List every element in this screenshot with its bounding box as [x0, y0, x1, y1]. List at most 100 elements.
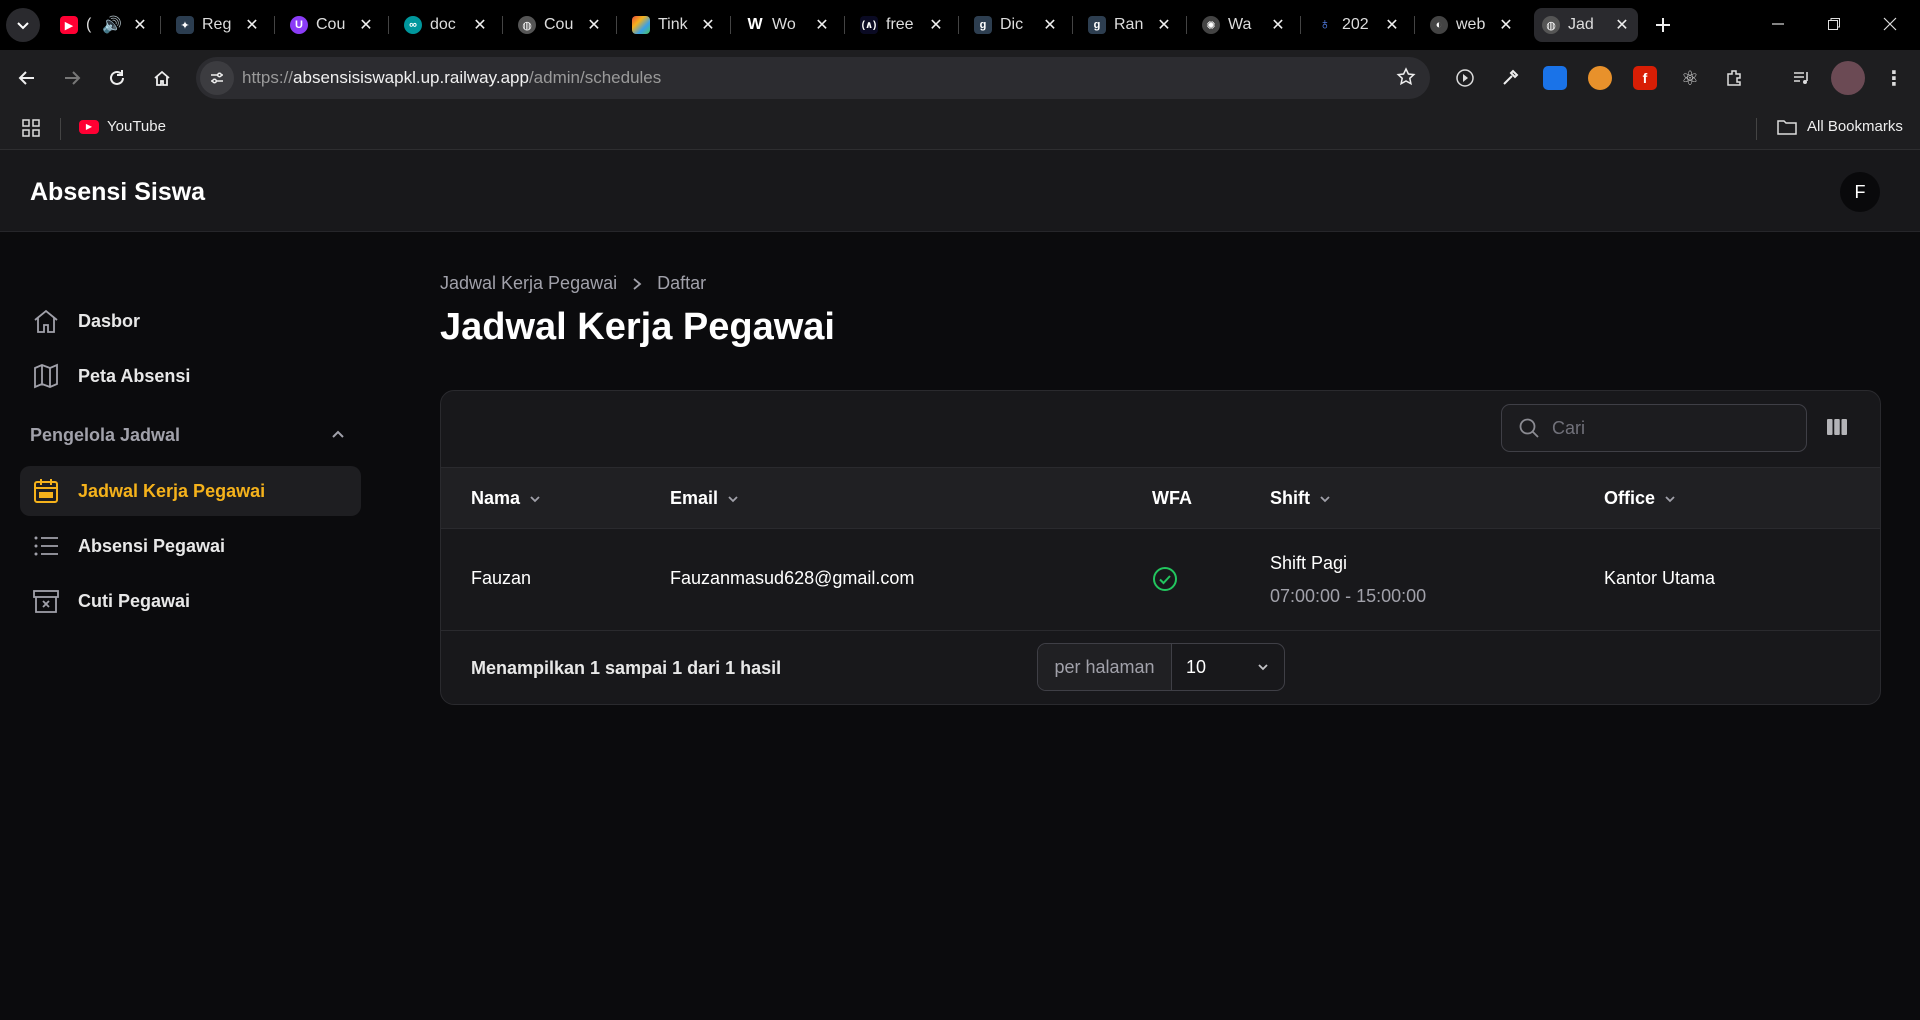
table-toolbar: [441, 391, 1880, 468]
eyedropper-icon[interactable]: [1498, 66, 1522, 90]
browser-tab[interactable]: W Wo ✕: [738, 8, 838, 42]
search-field[interactable]: [1501, 404, 1807, 452]
minimize-button[interactable]: [1750, 0, 1806, 48]
arduino-icon: ∞: [404, 16, 422, 34]
new-tab-button[interactable]: [1646, 8, 1680, 42]
table-header: Nama Email WFA Shift Office: [441, 468, 1880, 529]
close-window-button[interactable]: [1862, 0, 1918, 48]
schedules-table-card: Nama Email WFA Shift Office Fauzan Fauza…: [440, 390, 1881, 705]
close-tab-icon[interactable]: ✕: [700, 15, 716, 35]
media-icon[interactable]: [1453, 66, 1477, 90]
chevron-down-icon: [1258, 664, 1268, 671]
home-icon: [154, 70, 170, 86]
sidebar-group-label[interactable]: Pengelola Jadwal: [30, 425, 180, 446]
browser-tab[interactable]: ▶ ( 🔊 ✕: [52, 8, 156, 42]
column-toggle-icon[interactable]: [1825, 415, 1849, 444]
udemy-icon: U: [290, 16, 308, 34]
extensions-icon[interactable]: [1723, 66, 1747, 90]
browser-tab[interactable]: (∧) free ✕: [852, 8, 952, 42]
sidebar-item-label: Absensi Pegawai: [78, 535, 226, 556]
column-header-wfa: WFA: [1152, 488, 1192, 508]
all-bookmarks[interactable]: All Bookmarks: [1777, 118, 1903, 135]
browser-tab[interactable]: ✺ Wa ✕: [1194, 8, 1294, 42]
dicoding-icon: g: [974, 16, 992, 34]
browser-tab[interactable]: Tink ✕: [624, 8, 724, 42]
search-icon: [1519, 418, 1539, 438]
reload-button[interactable]: [100, 61, 134, 95]
sidebar-item-leave[interactable]: Cuti Pegawai: [20, 576, 361, 626]
restore-button[interactable]: [1806, 0, 1862, 48]
list-icon: [34, 536, 58, 556]
breadcrumb-item[interactable]: Jadwal Kerja Pegawai: [440, 273, 617, 294]
browser-tab[interactable]: ✦ Reg ✕: [168, 8, 268, 42]
wikipedia-icon: W: [747, 16, 763, 33]
per-page-dropdown[interactable]: 10: [1172, 644, 1284, 690]
calendar-icon: [34, 479, 58, 503]
speaker-icon[interactable]: 🔊: [102, 15, 122, 35]
sidebar-item-label: Dasbor: [78, 310, 141, 331]
app-brand[interactable]: Absensi Siswa: [30, 178, 205, 207]
react-devtools-icon[interactable]: ⚛: [1678, 66, 1702, 90]
bookmark-star-icon[interactable]: [1396, 67, 1416, 92]
column-header-office[interactable]: Office: [1604, 488, 1677, 509]
column-header-name[interactable]: Nama: [471, 488, 542, 509]
close-tab-icon[interactable]: ✕: [1156, 15, 1172, 35]
close-tab-icon[interactable]: ✕: [244, 15, 260, 35]
youtube-icon: ▶: [79, 119, 99, 134]
sidebar-item-schedules[interactable]: Jadwal Kerja Pegawai: [20, 466, 361, 516]
wfa-check-icon: [1152, 566, 1178, 597]
close-tab-icon[interactable]: ✕: [814, 15, 830, 35]
search-input[interactable]: [1552, 417, 1772, 439]
cookie-extension-icon[interactable]: [1588, 66, 1612, 90]
user-avatar[interactable]: F: [1840, 172, 1880, 212]
table-row[interactable]: Fauzan Fauzanmasud628@gmail.com Shift Pa…: [441, 529, 1880, 631]
per-page-select[interactable]: per halaman 10: [1037, 643, 1285, 691]
browser-tab-active[interactable]: ◍ Jad ✕: [1534, 8, 1638, 42]
bookmark-youtube[interactable]: ▶ YouTube: [79, 118, 166, 135]
close-tab-icon[interactable]: ✕: [1614, 15, 1630, 35]
browser-tab[interactable]: g Ran ✕: [1080, 8, 1180, 42]
close-tab-icon[interactable]: ✕: [928, 15, 944, 35]
home-button[interactable]: [145, 61, 179, 95]
close-tab-icon[interactable]: ✕: [1042, 15, 1058, 35]
close-tab-icon[interactable]: ✕: [586, 15, 602, 35]
browser-tab[interactable]: U Cou ✕: [282, 8, 382, 42]
media-controls-icon[interactable]: [1790, 66, 1814, 90]
close-tab-icon[interactable]: ✕: [1498, 15, 1514, 35]
sort-chevron-icon: [728, 495, 738, 502]
arrow-left-icon: [18, 71, 34, 85]
close-tab-icon[interactable]: ✕: [132, 15, 148, 35]
tab-search-button[interactable]: [6, 8, 40, 42]
close-tab-icon[interactable]: ✕: [472, 15, 488, 35]
url-scheme: https://: [242, 68, 294, 87]
column-header-email[interactable]: Email: [670, 488, 740, 509]
flash-extension-icon[interactable]: f: [1633, 66, 1657, 90]
sidebar-item-attendance[interactable]: Absensi Pegawai: [20, 521, 361, 571]
forward-button[interactable]: [55, 61, 89, 95]
site-settings-icon[interactable]: [200, 61, 234, 95]
address-bar[interactable]: https://absensisiswapkl.up.railway.app/a…: [196, 57, 1430, 99]
pagination-summary: Menampilkan 1 sampai 1 dari 1 hasil: [471, 658, 782, 678]
chevron-up-icon[interactable]: [330, 426, 346, 447]
web-icon: ◐: [1430, 16, 1448, 34]
browser-tab[interactable]: g Dic ✕: [966, 8, 1066, 42]
close-tab-icon[interactable]: ✕: [358, 15, 374, 35]
reload-icon: [110, 70, 124, 85]
plus-icon: [1656, 18, 1670, 32]
column-header-shift[interactable]: Shift: [1270, 488, 1332, 509]
more-menu-icon[interactable]: ⋮: [1882, 66, 1906, 90]
sort-chevron-icon: [1320, 495, 1330, 502]
close-tab-icon[interactable]: ✕: [1384, 15, 1400, 35]
back-button[interactable]: [10, 61, 44, 95]
docs-extension-icon[interactable]: [1543, 66, 1567, 90]
sidebar-item-map[interactable]: Peta Absensi: [20, 351, 361, 401]
cell-name: Fauzan: [471, 568, 532, 588]
browser-tab[interactable]: ♁ 202 ✕: [1308, 8, 1408, 42]
sidebar-item-dashboard[interactable]: Dasbor: [20, 296, 361, 346]
close-tab-icon[interactable]: ✕: [1270, 15, 1286, 35]
browser-tab[interactable]: ◐ web ✕: [1422, 8, 1522, 42]
browser-tab[interactable]: ∞ doc ✕: [396, 8, 496, 42]
profile-avatar-icon[interactable]: [1831, 61, 1865, 95]
browser-tab[interactable]: ◍ Cou ✕: [510, 8, 610, 42]
apps-grid-icon[interactable]: [22, 119, 40, 142]
